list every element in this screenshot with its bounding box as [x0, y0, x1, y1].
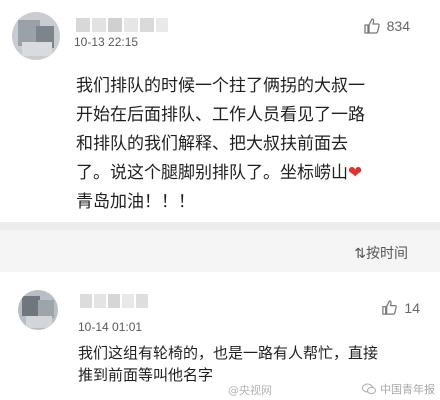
avatar[interactable] [18, 290, 58, 330]
thumbs-up-icon [363, 18, 380, 34]
like-count: 14 [404, 299, 420, 316]
username-blurred[interactable] [76, 18, 168, 32]
comment-line: 青岛加油！！！ [76, 192, 195, 212]
heart-emoji: ❤ [348, 163, 363, 183]
comment-line: 了。说这个腿脚别排队了。坐标崂山❤ [76, 159, 428, 188]
avatar[interactable] [12, 12, 60, 60]
section-divider [0, 222, 440, 230]
comment-1: 10-13 22:15 834 我们排队的时候一个拄了俩拐的大叔一 开始在后面排… [0, 0, 440, 222]
comment-line: 我们排队的时候一个拄了俩拐的大叔一 [76, 76, 365, 96]
comment-text: 我们这组有轮椅的，也是一路有人帮忙，直接 推到前面等叫他名字 [78, 342, 430, 386]
comment-text: 我们排队的时候一个拄了俩拐的大叔一 开始在后面排队、工作人员看见了一路 和排队的… [76, 72, 428, 217]
comment-line: 和排队的我们解释、把大叔扶前面去 [76, 134, 348, 154]
sort-bar: ⇅按时间 [0, 230, 440, 272]
like-button[interactable]: 834 [363, 17, 410, 35]
watermark-cyd: 中国青年报 [362, 381, 435, 397]
username-blurred[interactable] [80, 294, 158, 308]
comment-line-text: 了。说这个腿脚别排队了。坐标崂山 [76, 163, 348, 183]
wechat-icon [362, 383, 376, 395]
like-button[interactable]: 14 [381, 299, 420, 316]
comment-timestamp: 10-14 01:01 [78, 320, 143, 334]
comment-line: 开始在后面排队、工作人员看见了一路 [76, 105, 365, 125]
sort-icon: ⇅ [354, 246, 366, 262]
sort-by-time-button[interactable]: ⇅按时间 [354, 243, 408, 263]
watermark-cctv: @央视网 [228, 384, 272, 397]
watermark-text: 中国青年报 [380, 383, 435, 396]
thumbs-up-icon [382, 300, 398, 315]
comment-line: 我们这组有轮椅的，也是一路有人帮忙，直接 [78, 344, 379, 362]
like-count: 834 [386, 18, 410, 34]
comment-timestamp: 10-13 22:15 [74, 35, 139, 49]
sort-label: 按时间 [366, 246, 408, 262]
